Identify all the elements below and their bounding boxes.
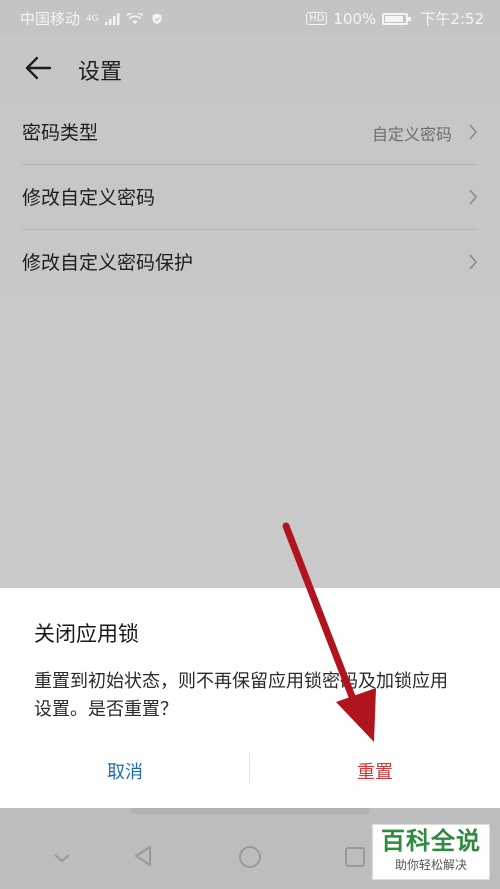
battery-fill <box>385 15 404 22</box>
chevron-down-icon[interactable] <box>52 848 72 868</box>
chevron-right-icon <box>469 124 478 140</box>
status-bar: 中国移动 4G HD 100% 下午2:52 <box>0 0 500 36</box>
settings-list: 密码类型 自定义密码 修改自定义密码 修改自定义密码保护 <box>0 100 500 294</box>
arrow-left-icon[interactable] <box>22 52 54 84</box>
settings-item-change-password[interactable]: 修改自定义密码 <box>22 165 478 230</box>
settings-item-label: 密码类型 <box>22 122 99 144</box>
chevron-right-icon <box>469 189 478 205</box>
battery-percent: 100% <box>333 9 377 28</box>
shield-icon <box>152 13 162 24</box>
close-app-lock-dialog: 关闭应用锁 重置到初始状态，则不再保留应用锁密码及加锁应用设置。是否重置？ 取消… <box>0 588 500 808</box>
settings-item-label: 修改自定义密码 <box>22 187 156 209</box>
settings-item-value: 自定义密码 <box>371 125 452 144</box>
watermark-slogan: 助你轻松解决 <box>394 858 467 872</box>
watermark-logo: 百科全说 助你轻松解决 <box>372 824 490 880</box>
battery-icon <box>382 12 412 25</box>
recents-square-icon[interactable] <box>344 846 366 868</box>
cancel-button[interactable]: 取消 <box>0 758 250 784</box>
clock: 下午2:52 <box>420 10 484 28</box>
settings-item-label: 修改自定义密码保护 <box>22 252 194 274</box>
page-title: 设置 <box>78 60 123 85</box>
wifi-icon <box>126 12 143 24</box>
signal-icon <box>104 12 120 25</box>
carrier-name: 中国移动 <box>20 10 81 28</box>
dialog-title: 关闭应用锁 <box>34 622 139 646</box>
reset-button[interactable]: 重置 <box>250 758 500 784</box>
hd-badge: HD <box>306 12 328 25</box>
watermark-brand: 百科全说 <box>381 827 481 855</box>
dialog-message: 重置到初始状态，则不再保留应用锁密码及加锁应用设置。是否重置？ <box>34 671 448 720</box>
home-circle-icon[interactable] <box>238 845 262 869</box>
settings-item-password-type[interactable]: 密码类型 自定义密码 <box>22 100 478 165</box>
settings-item-change-password-protection[interactable]: 修改自定义密码保护 <box>22 230 478 294</box>
back-triangle-icon[interactable] <box>132 844 154 868</box>
chevron-right-icon <box>469 254 478 270</box>
network-type: 4G <box>86 13 99 24</box>
sheet-handle <box>130 808 370 814</box>
app-bar: 设置 <box>0 36 500 100</box>
